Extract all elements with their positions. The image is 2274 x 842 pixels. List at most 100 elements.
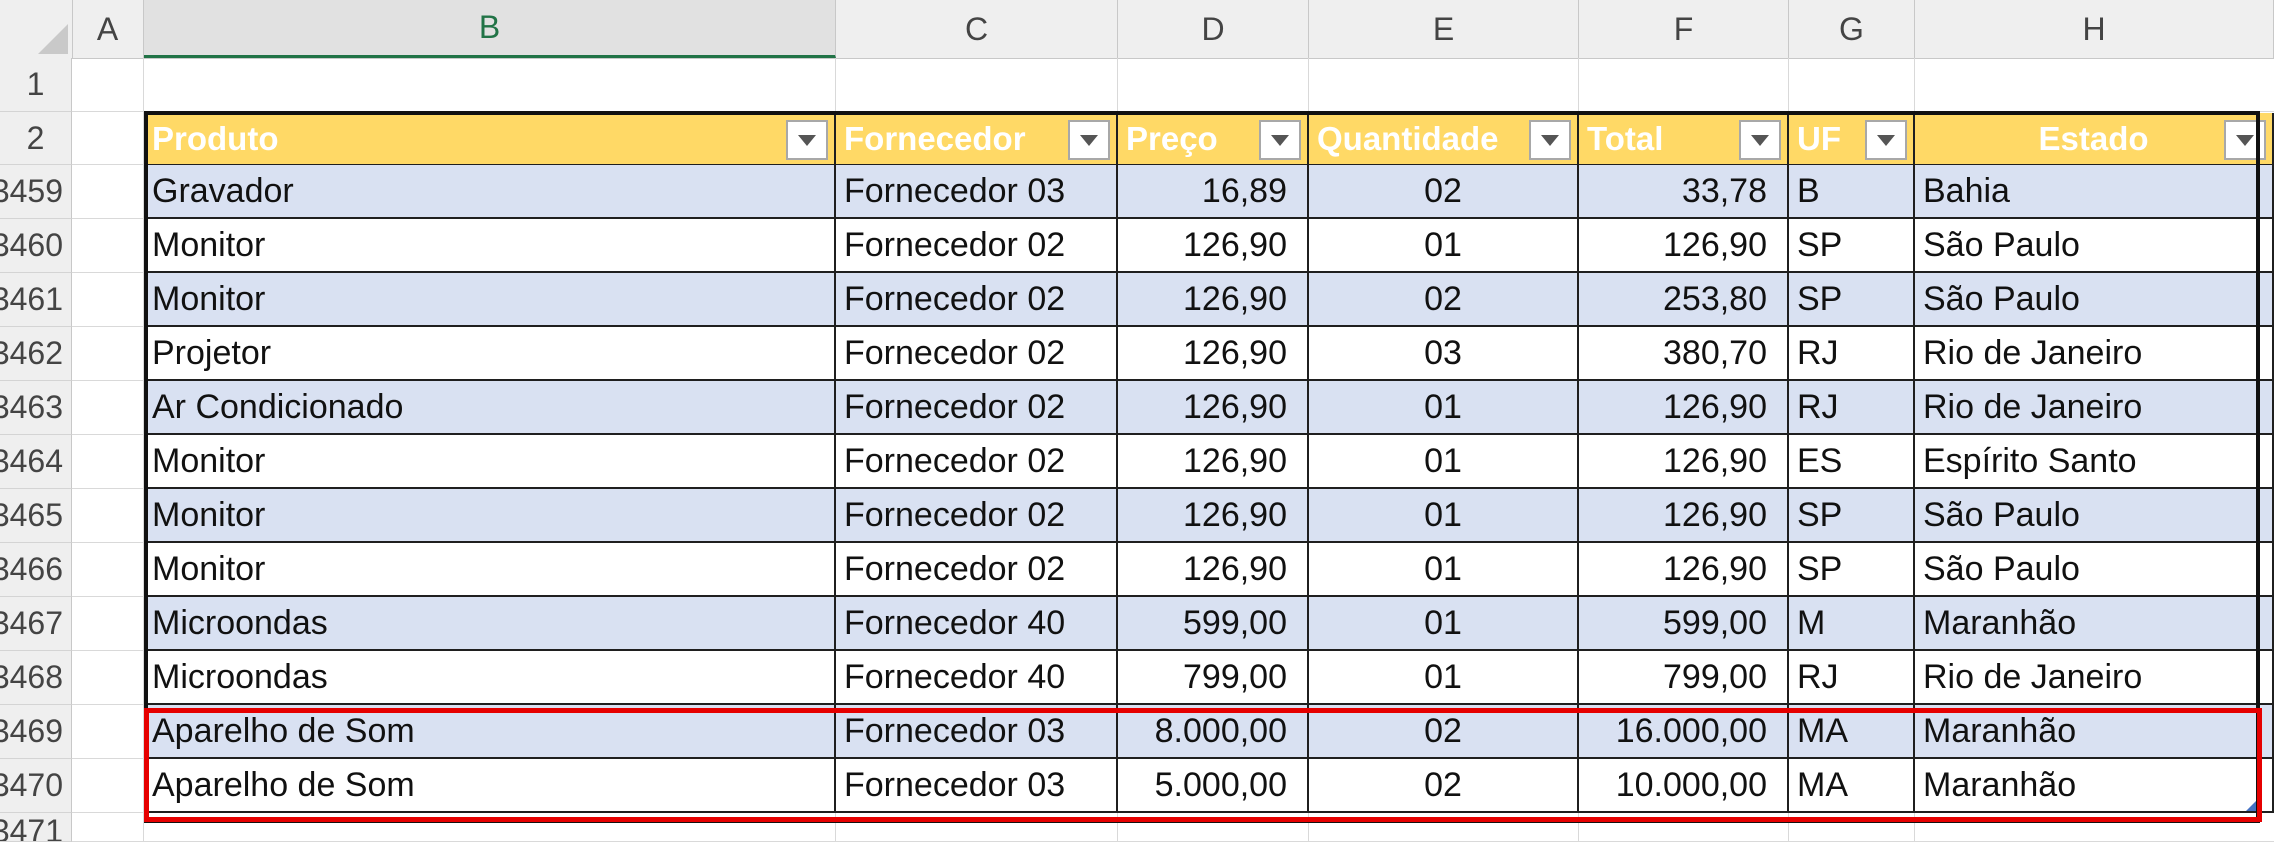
column-header-d[interactable]: D xyxy=(1118,0,1309,58)
row-header-3462[interactable]: 3462 xyxy=(0,327,72,381)
table-cell[interactable]: 01 xyxy=(1309,543,1579,597)
table-cell[interactable]: 01 xyxy=(1309,651,1579,705)
row-header-3460[interactable]: 3460 xyxy=(0,219,72,273)
column-header-c[interactable]: C xyxy=(836,0,1118,58)
table-cell[interactable]: 126,90 xyxy=(1118,489,1309,543)
table-cell[interactable]: Fornecedor 02 xyxy=(836,489,1118,543)
row-header-1[interactable]: 1 xyxy=(0,58,72,112)
table-cell[interactable]: 253,80 xyxy=(1579,273,1789,327)
table-cell[interactable]: 01 xyxy=(1309,381,1579,435)
table-cell[interactable]: 5.000,00 xyxy=(1118,759,1309,813)
column-header-h[interactable]: H xyxy=(1915,0,2274,58)
row-header-3466[interactable]: 3466 xyxy=(0,543,72,597)
table-cell[interactable]: 126,90 xyxy=(1579,435,1789,489)
column-header-e[interactable]: E xyxy=(1309,0,1579,58)
table-cell[interactable]: Microondas xyxy=(144,651,836,705)
table-cell[interactable]: SP xyxy=(1789,219,1915,273)
table-cell[interactable]: Fornecedor 02 xyxy=(836,327,1118,381)
table-cell[interactable]: 599,00 xyxy=(1118,597,1309,651)
row-header-3471[interactable]: 3471 xyxy=(0,813,72,842)
table-cell[interactable]: B xyxy=(1789,165,1915,219)
table-cell[interactable]: 01 xyxy=(1309,435,1579,489)
table-cell[interactable]: ES xyxy=(1789,435,1915,489)
table-header-estado[interactable]: Estado xyxy=(1915,113,2274,166)
table-cell[interactable]: São Paulo xyxy=(1915,543,2274,597)
table-cell[interactable]: Gravador xyxy=(144,165,836,219)
table-cell[interactable]: Rio de Janeiro xyxy=(1915,381,2274,435)
table-cell[interactable]: Fornecedor 40 xyxy=(836,597,1118,651)
table-cell[interactable]: Bahia xyxy=(1915,165,2274,219)
table-cell[interactable]: 380,70 xyxy=(1579,327,1789,381)
table-cell[interactable]: Monitor xyxy=(144,435,836,489)
table-cell[interactable]: 01 xyxy=(1309,489,1579,543)
table-cell[interactable]: 126,90 xyxy=(1579,381,1789,435)
table-cell[interactable]: 126,90 xyxy=(1118,435,1309,489)
table-cell[interactable]: Fornecedor 03 xyxy=(836,759,1118,813)
table-cell[interactable]: São Paulo xyxy=(1915,273,2274,327)
column-header-f[interactable]: F xyxy=(1579,0,1789,58)
table-cell[interactable]: Maranhão xyxy=(1915,597,2274,651)
select-all-button[interactable] xyxy=(0,0,73,58)
row-header-3459[interactable]: 3459 xyxy=(0,165,72,219)
table-cell[interactable]: São Paulo xyxy=(1915,219,2274,273)
table-cell[interactable]: Monitor xyxy=(144,273,836,327)
table-cell[interactable]: 126,90 xyxy=(1579,489,1789,543)
table-cell[interactable]: MA xyxy=(1789,759,1915,813)
table-header-total[interactable]: Total xyxy=(1579,113,1789,166)
table-header-produto[interactable]: Produto xyxy=(144,113,836,166)
table-header-preço[interactable]: Preço xyxy=(1118,113,1309,166)
table-cell[interactable]: 16.000,00 xyxy=(1579,705,1789,759)
table-cell[interactable]: Fornecedor 40 xyxy=(836,651,1118,705)
table-cell[interactable]: Microondas xyxy=(144,597,836,651)
table-cell[interactable]: 01 xyxy=(1309,597,1579,651)
table-cell[interactable]: Fornecedor 02 xyxy=(836,273,1118,327)
table-cell[interactable]: 126,90 xyxy=(1579,219,1789,273)
column-header-a[interactable]: A xyxy=(72,0,144,58)
table-cell[interactable]: Monitor xyxy=(144,543,836,597)
row-header-3469[interactable]: 3469 xyxy=(0,705,72,759)
filter-dropdown-icon[interactable] xyxy=(1739,120,1781,160)
row-header-3467[interactable]: 3467 xyxy=(0,597,72,651)
table-cell[interactable]: SP xyxy=(1789,543,1915,597)
table-cell[interactable]: 02 xyxy=(1309,273,1579,327)
table-header-fornecedor[interactable]: Fornecedor xyxy=(836,113,1118,166)
table-cell[interactable]: Fornecedor 03 xyxy=(836,165,1118,219)
table-cell[interactable]: 10.000,00 xyxy=(1579,759,1789,813)
row-header-3468[interactable]: 3468 xyxy=(0,651,72,705)
table-cell[interactable]: Fornecedor 02 xyxy=(836,543,1118,597)
table-cell[interactable]: MA xyxy=(1789,705,1915,759)
table-cell[interactable]: 03 xyxy=(1309,327,1579,381)
column-header-g[interactable]: G xyxy=(1789,0,1915,58)
filter-dropdown-icon[interactable] xyxy=(2224,120,2266,160)
filter-dropdown-icon[interactable] xyxy=(1529,120,1571,160)
table-cell[interactable]: RJ xyxy=(1789,327,1915,381)
table-cell[interactable]: Rio de Janeiro xyxy=(1915,651,2274,705)
table-cell[interactable]: 126,90 xyxy=(1579,543,1789,597)
table-cell[interactable]: Fornecedor 02 xyxy=(836,381,1118,435)
table-cell[interactable]: Aparelho de Som xyxy=(144,759,836,813)
table-cell[interactable]: 02 xyxy=(1309,165,1579,219)
table-cell[interactable]: 599,00 xyxy=(1579,597,1789,651)
table-cell[interactable]: Aparelho de Som xyxy=(144,705,836,759)
table-cell[interactable]: 126,90 xyxy=(1118,273,1309,327)
table-cell[interactable]: 799,00 xyxy=(1579,651,1789,705)
table-cell[interactable]: Maranhão xyxy=(1915,759,2274,813)
table-cell[interactable]: São Paulo xyxy=(1915,489,2274,543)
table-cell[interactable]: M xyxy=(1789,597,1915,651)
table-cell[interactable]: RJ xyxy=(1789,381,1915,435)
table-cell[interactable]: Monitor xyxy=(144,219,836,273)
table-cell[interactable]: 126,90 xyxy=(1118,543,1309,597)
table-cell[interactable]: SP xyxy=(1789,273,1915,327)
table-cell[interactable]: Maranhão xyxy=(1915,705,2274,759)
row-header-3461[interactable]: 3461 xyxy=(0,273,72,327)
table-cell[interactable]: 02 xyxy=(1309,705,1579,759)
table-cell[interactable]: 33,78 xyxy=(1579,165,1789,219)
table-cell[interactable]: Fornecedor 03 xyxy=(836,705,1118,759)
table-cell[interactable]: 8.000,00 xyxy=(1118,705,1309,759)
table-cell[interactable]: SP xyxy=(1789,489,1915,543)
table-cell[interactable]: RJ xyxy=(1789,651,1915,705)
table-cell[interactable]: Rio de Janeiro xyxy=(1915,327,2274,381)
filter-dropdown-icon[interactable] xyxy=(1259,120,1301,160)
table-header-uf[interactable]: UF xyxy=(1789,113,1915,166)
table-cell[interactable]: Ar Condicionado xyxy=(144,381,836,435)
